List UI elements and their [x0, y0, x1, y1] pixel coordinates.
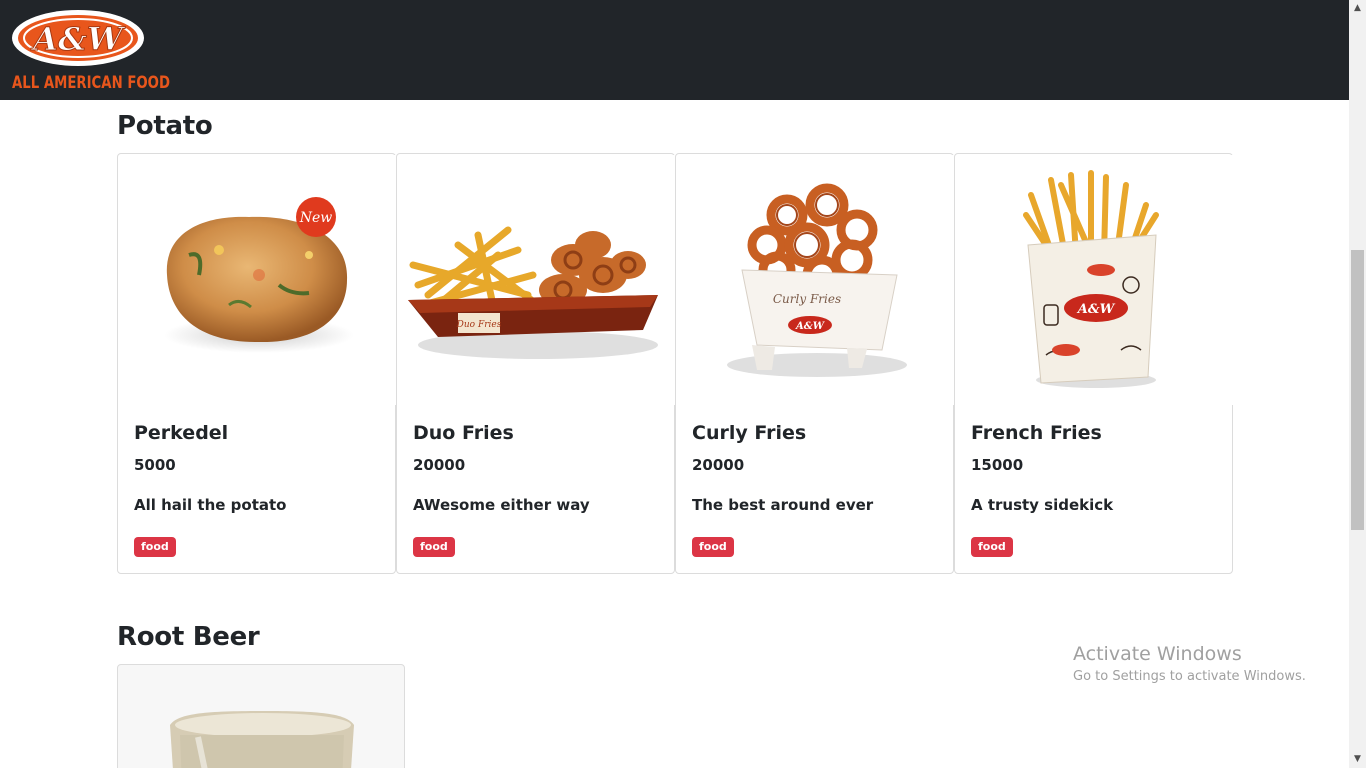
category-badge: food	[413, 537, 455, 557]
svg-text:Curly Fries: Curly Fries	[773, 292, 841, 306]
aw-logo[interactable]: A&W ALL AMERICAN FOOD	[10, 8, 175, 94]
product-description: The best around ever	[692, 496, 874, 514]
product-name: French Fries	[971, 422, 1102, 444]
category-badge: food	[134, 537, 176, 557]
scroll-up-arrow-icon[interactable]: ▲	[1349, 0, 1366, 17]
svg-text:A&W: A&W	[30, 20, 126, 58]
product-name: Curly Fries	[692, 422, 807, 444]
scroll-thumb[interactable]	[1351, 250, 1364, 530]
product-price: 20000	[413, 456, 466, 474]
duo-fries-image: Duo Fries	[398, 155, 675, 405]
product-description: All hail the potato	[134, 496, 287, 514]
category-badge: food	[971, 537, 1013, 557]
top-navbar: A&W ALL AMERICAN FOOD	[0, 0, 1349, 100]
product-description: AWesome either way	[413, 496, 590, 514]
watermark-subtitle: Go to Settings to activate Windows.	[1073, 669, 1306, 684]
curly-fries-image: Curly Fries A&W	[677, 155, 954, 405]
category-badge: food	[692, 537, 734, 557]
product-card-french-fries[interactable]: A&W French Fries 15000 A trusty sidekick…	[954, 153, 1233, 574]
section-title-potato: Potato	[117, 111, 213, 141]
svg-text:A&W: A&W	[795, 321, 826, 332]
svg-text:ALL AMERICAN FOOD: ALL AMERICAN FOOD	[12, 73, 170, 93]
product-description: A trusty sidekick	[971, 496, 1114, 514]
perkedel-image: New	[119, 155, 396, 405]
vertical-scrollbar[interactable]: ▲ ▼	[1349, 0, 1366, 768]
root-beer-image	[170, 711, 354, 768]
svg-text:New: New	[299, 210, 333, 226]
product-card-root-beer[interactable]	[117, 664, 405, 768]
product-card-duo-fries[interactable]: Duo Fries Duo Fries 20000 AWesome either…	[396, 153, 675, 574]
section-title-root-beer: Root Beer	[117, 622, 260, 652]
french-fries-image: A&W	[956, 155, 1233, 405]
svg-text:Duo Fries: Duo Fries	[456, 320, 502, 330]
product-name: Duo Fries	[413, 422, 514, 444]
product-card-perkedel[interactable]: New Perkedel 5000 All hail the potato fo…	[117, 153, 396, 574]
product-price: 5000	[134, 456, 176, 474]
main-content: Potato New Perkedel 5000 All hail the po…	[0, 100, 1349, 768]
potato-cards: New Perkedel 5000 All hail the potato fo…	[117, 153, 1233, 574]
watermark-title: Activate Windows	[1073, 643, 1242, 665]
product-name: Perkedel	[134, 422, 229, 444]
scroll-down-arrow-icon[interactable]: ▼	[1349, 751, 1366, 768]
product-price: 15000	[971, 456, 1024, 474]
svg-text:A&W: A&W	[1076, 302, 1116, 317]
product-price: 20000	[692, 456, 745, 474]
windows-activation-watermark: Activate Windows Go to Settings to activ…	[1073, 643, 1306, 684]
product-card-curly-fries[interactable]: Curly Fries A&W Curly Fries 20000 The be…	[675, 153, 954, 574]
